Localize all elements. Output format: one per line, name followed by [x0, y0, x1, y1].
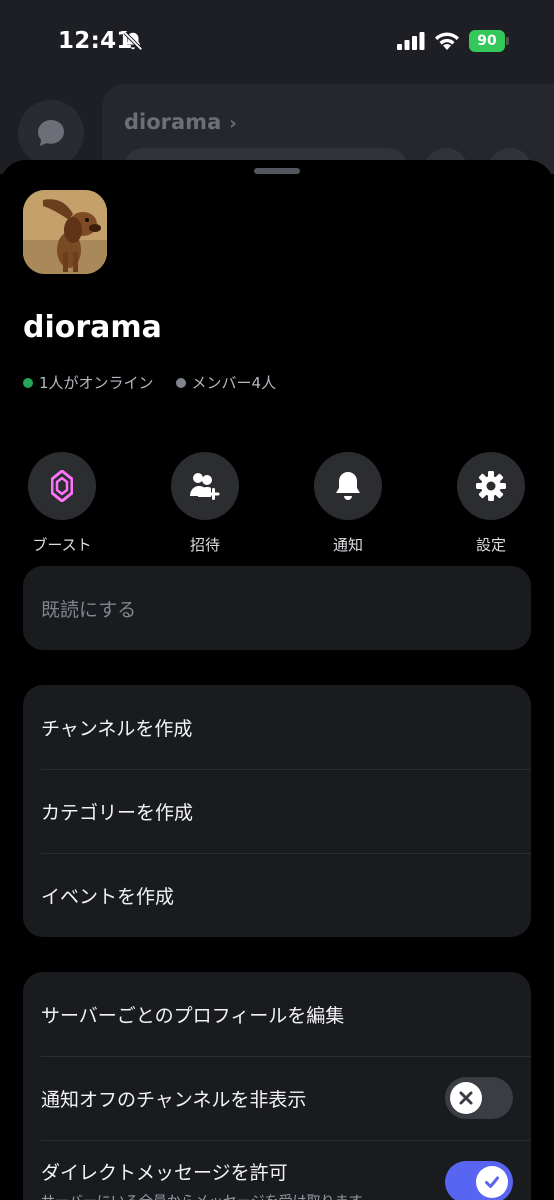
battery-indicator: 90: [469, 30, 509, 52]
mark-read-card: 既読にする: [23, 566, 531, 650]
create-card: チャンネルを作成 カテゴリーを作成 イベントを作成: [23, 685, 531, 937]
checkmark-icon: [485, 1176, 499, 1188]
invite-label: 招待: [189, 536, 220, 554]
action-buttons: ブースト 招待 通知 設定: [0, 452, 554, 554]
server-icon[interactable]: [23, 190, 107, 274]
bell-icon: [336, 472, 360, 500]
boost-label: ブースト: [32, 536, 92, 554]
chevron-right-icon: ›: [229, 113, 237, 134]
allow-direct-messages-toggle[interactable]: [445, 1161, 513, 1200]
member-status-dot: [175, 377, 186, 388]
create-category-item[interactable]: カテゴリーを作成: [23, 769, 531, 853]
online-count: 1人がオンライン: [39, 374, 154, 392]
hide-muted-channels-toggle[interactable]: [445, 1077, 513, 1119]
settings-label: 設定: [475, 536, 506, 554]
allow-direct-messages-description: サーバーにいる全員からメッセージを受け取ります。: [41, 1191, 375, 1200]
hide-muted-channels-label: 通知オフのチャンネルを非表示: [41, 1088, 307, 1111]
online-status-dot: [23, 377, 33, 388]
member-count: メンバー4人: [191, 374, 277, 392]
gear-icon: [476, 471, 506, 501]
server-avatar-dog-image: [23, 190, 107, 274]
allow-direct-messages-label: ダイレクトメッセージを許可: [41, 1162, 288, 1184]
create-channel-item[interactable]: チャンネルを作成: [23, 685, 531, 769]
toggle-knob: [450, 1082, 482, 1114]
hide-muted-channels-item[interactable]: 通知オフのチャンネルを非表示: [23, 1056, 531, 1140]
server-menu-sheet: diorama 1人がオンライン メンバー4人 ブースト 招待 通知 設定 既読…: [0, 160, 554, 1200]
background-server-title: diorama ›: [124, 110, 237, 134]
invite-button[interactable]: 招待: [160, 452, 250, 555]
toggle-knob: [476, 1166, 508, 1198]
boost-button[interactable]: ブースト: [17, 452, 107, 555]
create-event-item[interactable]: イベントを作成: [23, 853, 531, 937]
edit-server-profile-item[interactable]: サーバーごとのプロフィールを編集: [23, 972, 531, 1056]
close-icon: [459, 1091, 473, 1105]
battery-tip: [506, 37, 509, 45]
background-server-name: diorama: [124, 110, 222, 134]
battery-level: 90: [469, 30, 505, 52]
settings-card: サーバーごとのプロフィールを編集 通知オフのチャンネルを非表示 ダイレクトメッセ…: [23, 972, 531, 1200]
chat-bubble-icon: [38, 120, 64, 146]
settings-button-circle[interactable]: [457, 452, 525, 520]
allow-direct-messages-item[interactable]: ダイレクトメッセージを許可 サーバーにいる全員からメッセージを受け取ります。: [23, 1140, 531, 1200]
status-bar: 12:41 90: [0, 0, 554, 84]
server-name: diorama: [23, 310, 162, 345]
sheet-grabber[interactable]: [254, 168, 300, 174]
mark-as-read-item[interactable]: 既読にする: [23, 566, 531, 650]
direct-messages-button: [18, 100, 84, 166]
cellular-signal-icon: [397, 32, 425, 50]
invite-icon: [190, 473, 220, 500]
boost-button-circle[interactable]: [28, 452, 96, 520]
settings-button[interactable]: 設定: [446, 452, 536, 555]
boost-icon: [51, 470, 73, 502]
notifications-label: 通知: [332, 536, 363, 554]
wifi-icon: [435, 32, 459, 50]
notifications-button-circle[interactable]: [314, 452, 382, 520]
invite-button-circle[interactable]: [171, 452, 239, 520]
notifications-button[interactable]: 通知: [303, 452, 393, 555]
bell-slash-icon: [123, 31, 143, 51]
server-stats: 1人がオンライン メンバー4人: [23, 372, 276, 393]
